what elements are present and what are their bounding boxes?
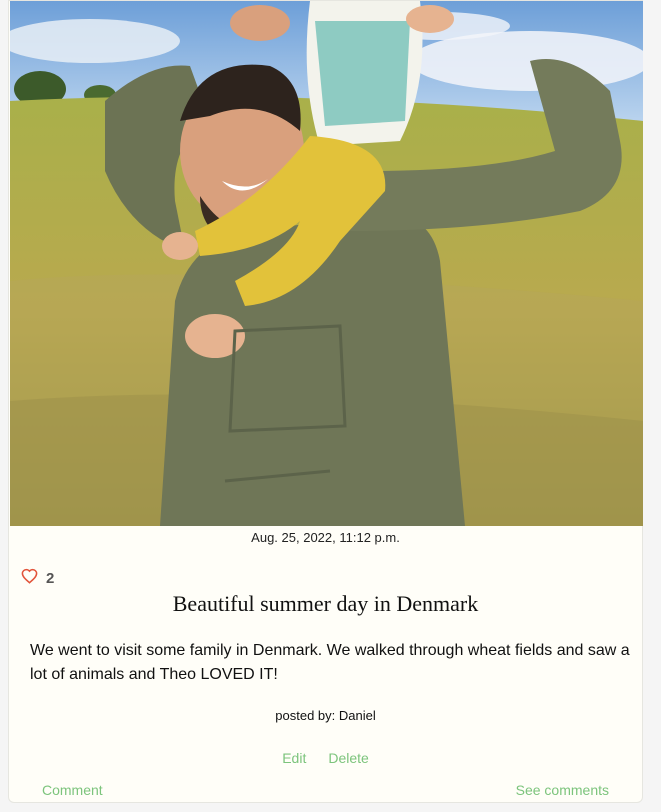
post-timestamp: Aug. 25, 2022, 11:12 p.m. xyxy=(251,530,400,545)
post-photo xyxy=(10,1,643,526)
heart-outline-icon[interactable] xyxy=(21,568,38,589)
edit-link[interactable]: Edit xyxy=(282,750,306,766)
like-button[interactable]: 2 xyxy=(21,568,54,589)
comment-link[interactable]: Comment xyxy=(42,782,103,798)
post-author: posted by: Daniel xyxy=(275,708,376,723)
see-comments-link[interactable]: See comments xyxy=(516,782,609,798)
post-actions: Edit Delete xyxy=(9,750,642,766)
post-card: Aug. 25, 2022, 11:12 p.m. 2 Beautiful su… xyxy=(8,0,643,803)
post-title: Beautiful summer day in Denmark xyxy=(172,591,479,616)
like-count: 2 xyxy=(46,570,55,587)
post-body: We went to visit some family in Denmark.… xyxy=(30,642,630,683)
delete-link[interactable]: Delete xyxy=(328,750,368,766)
